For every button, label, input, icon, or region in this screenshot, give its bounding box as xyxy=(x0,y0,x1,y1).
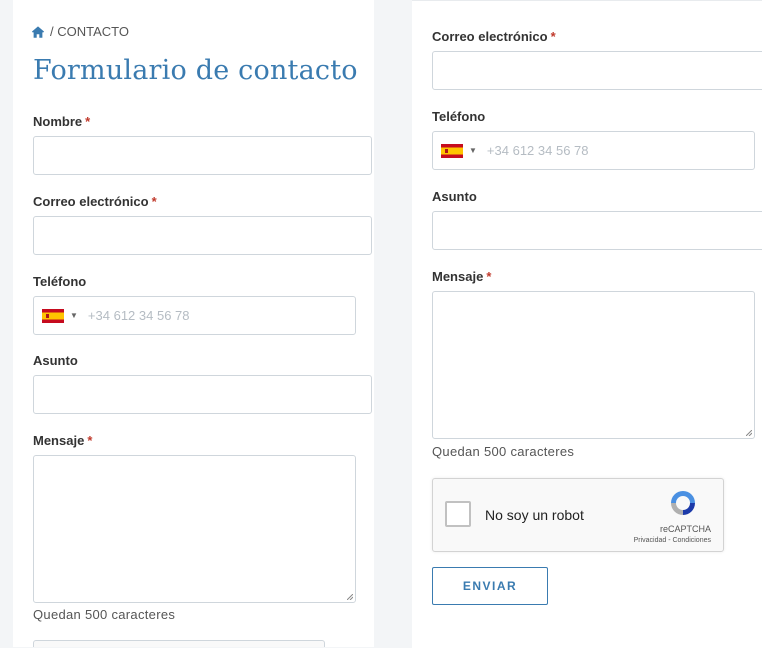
required-marker: * xyxy=(85,114,91,129)
email-input[interactable] xyxy=(432,51,762,90)
phone-label: Teléfono xyxy=(33,274,87,289)
required-marker: * xyxy=(151,194,157,209)
phone-input[interactable]: ▼ +34 612 34 56 78 xyxy=(432,131,755,170)
spain-flag-icon[interactable] xyxy=(42,308,64,323)
nombre-input[interactable] xyxy=(33,136,372,175)
message-label-text: Mensaje xyxy=(33,433,85,448)
phone-input[interactable]: ▼ +34 612 34 56 78 xyxy=(33,296,356,335)
message-textarea[interactable] xyxy=(33,455,356,603)
email-label: Correo electrónico * xyxy=(432,29,556,44)
nombre-label: Nombre * xyxy=(33,114,90,129)
message-label: Mensaje * xyxy=(432,269,491,284)
required-marker: * xyxy=(486,269,492,284)
email-label-text: Correo electrónico xyxy=(33,194,149,209)
email-label: Correo electrónico * xyxy=(33,194,157,209)
breadcrumb: / CONTACTO xyxy=(31,24,129,39)
required-marker: * xyxy=(87,433,93,448)
message-label: Mensaje * xyxy=(33,433,92,448)
home-icon[interactable] xyxy=(31,25,45,39)
recaptcha-checkbox[interactable] xyxy=(445,501,471,527)
subject-label: Asunto xyxy=(432,189,477,204)
message-textarea[interactable] xyxy=(432,291,755,439)
resize-grip-icon[interactable] xyxy=(746,430,752,436)
form-panel-left: / CONTACTO Formulario de contacto Nombre… xyxy=(13,0,374,647)
phone-placeholder: +34 612 34 56 78 xyxy=(87,308,190,323)
spain-flag-icon[interactable] xyxy=(441,143,463,158)
char-counter: Quedan 500 caracteres xyxy=(432,444,575,459)
required-marker: * xyxy=(550,29,556,44)
recaptcha-brand: reCAPTCHA xyxy=(659,524,711,534)
form-panel-right: Correo electrónico * Teléfono ▼ +34 612 3… xyxy=(412,0,762,648)
char-counter: Quedan 500 caracteres xyxy=(33,607,176,622)
country-caret-icon[interactable]: ▼ xyxy=(469,146,477,155)
submit-button[interactable]: ENVIAR xyxy=(432,567,548,605)
recaptcha-terms-link[interactable]: Privacidad - Condiciones xyxy=(634,537,711,544)
recaptcha-partial[interactable] xyxy=(33,640,325,647)
recaptcha-logo-icon xyxy=(671,491,695,515)
subject-label: Asunto xyxy=(33,353,78,368)
email-input[interactable] xyxy=(33,216,372,255)
country-caret-icon[interactable]: ▼ xyxy=(70,311,78,320)
breadcrumb-current: / CONTACTO xyxy=(50,24,129,39)
resize-grip-icon[interactable] xyxy=(347,594,353,600)
nombre-label-text: Nombre xyxy=(33,114,83,129)
email-label-text: Correo electrónico xyxy=(432,29,548,44)
recaptcha-widget: No soy un robot reCAPTCHA Privacidad - C… xyxy=(432,478,724,552)
phone-placeholder: +34 612 34 56 78 xyxy=(486,143,589,158)
message-label-text: Mensaje xyxy=(432,269,484,284)
subject-input[interactable] xyxy=(432,211,762,250)
phone-label: Teléfono xyxy=(432,109,486,124)
subject-input[interactable] xyxy=(33,375,372,414)
recaptcha-label: No soy un robot xyxy=(485,507,584,523)
page-title: Formulario de contacto xyxy=(33,55,358,86)
